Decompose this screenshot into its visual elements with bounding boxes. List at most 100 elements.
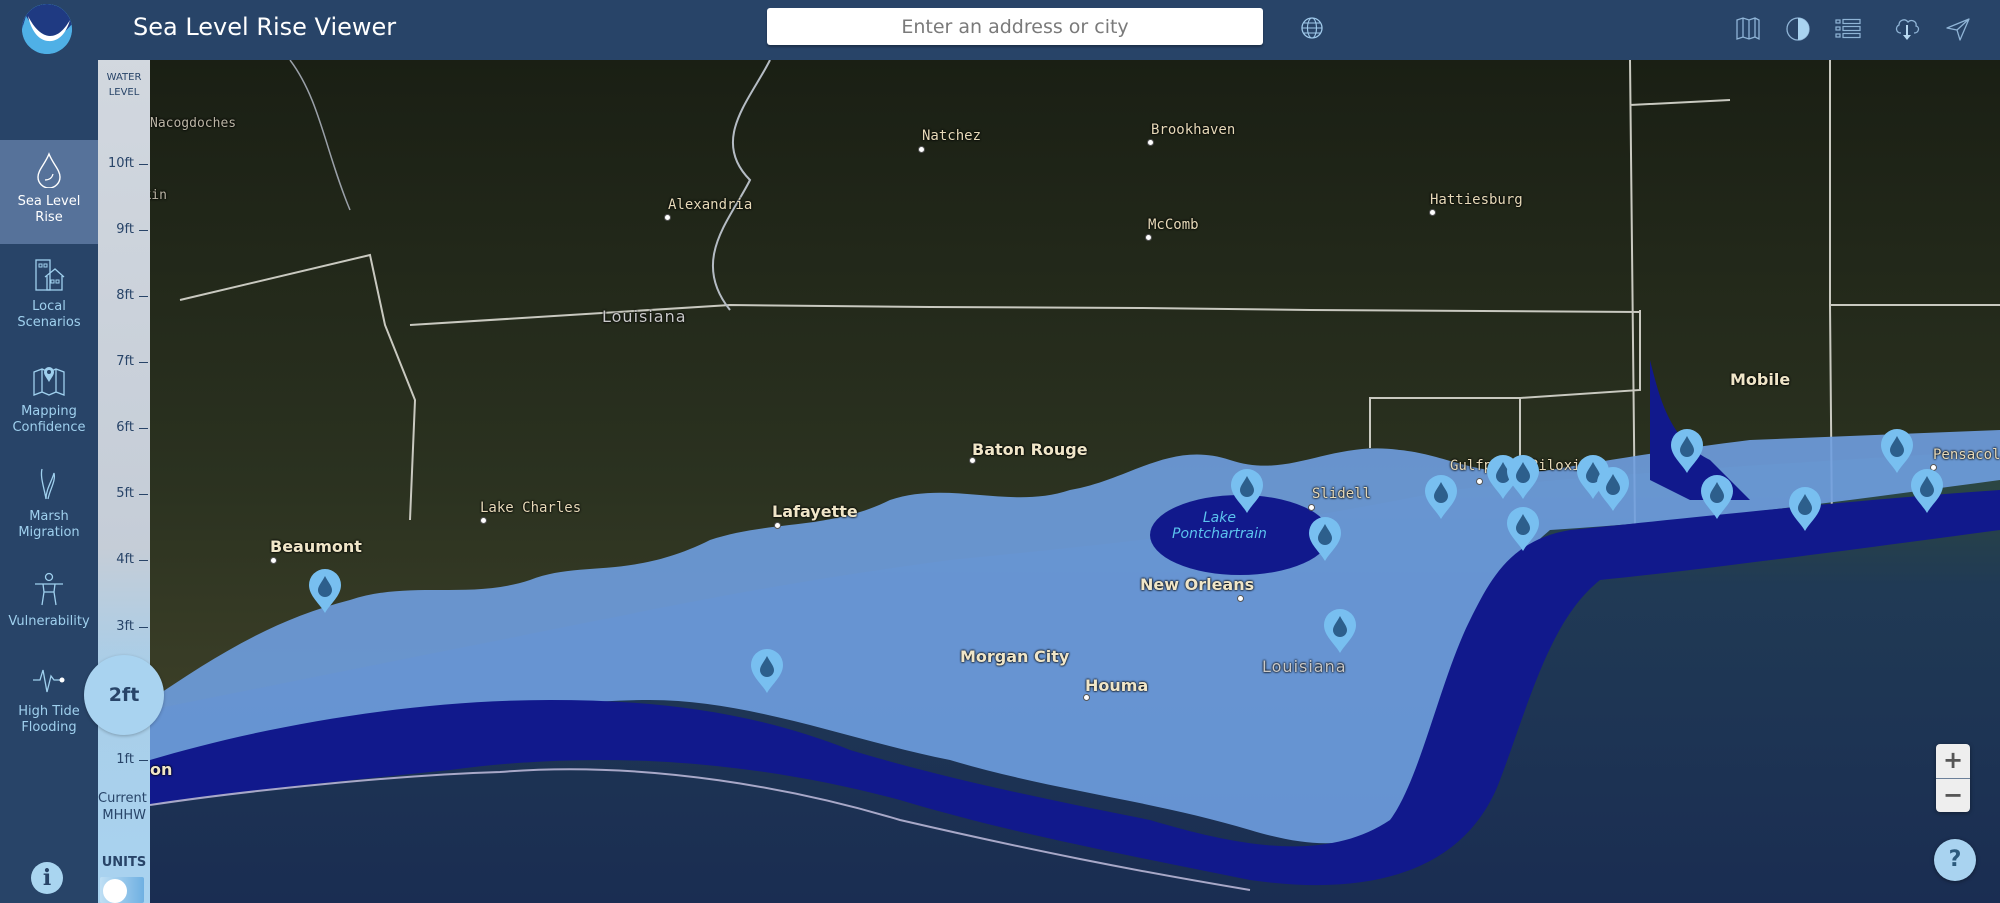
map-label-city: Hattiesburg — [1430, 192, 1523, 208]
current-mhhw-label[interactable]: Current MHHW — [98, 790, 150, 824]
tick-7ft[interactable]: 7ft — [98, 354, 150, 370]
tick-mark — [139, 428, 148, 429]
tick-4ft[interactable]: 4ft — [98, 552, 150, 568]
city-dot — [1308, 504, 1315, 511]
sidebar-label: Scenarios — [17, 315, 81, 330]
sidebar-item-high-tide-flooding[interactable]: High Tide Flooding — [0, 650, 98, 754]
tick-3ft[interactable]: 3ft — [98, 619, 150, 635]
tick-10ft[interactable]: 10ft — [98, 156, 150, 172]
app-title: Sea Level Rise Viewer — [133, 13, 397, 41]
download-icon[interactable] — [1893, 15, 1921, 43]
city-dot — [664, 214, 671, 221]
water-drop-marker-icon[interactable] — [1880, 428, 1914, 474]
globe-icon[interactable] — [1300, 16, 1324, 40]
sidebar-item-marsh-migration[interactable]: Marsh Migration — [0, 455, 98, 559]
sidebar-label: High Tide — [18, 704, 80, 719]
water-drop-marker-icon[interactable] — [1424, 474, 1458, 520]
water-level-handle[interactable]: 2ft — [84, 655, 164, 735]
noaa-logo[interactable] — [22, 4, 72, 54]
info-button[interactable]: i — [31, 862, 63, 894]
water-drop-marker-icon[interactable] — [1506, 506, 1540, 552]
tick-1ft[interactable]: 1ft — [98, 752, 150, 768]
map-label-city: Lafayette — [772, 502, 858, 521]
zoom-in-button[interactable]: + — [1936, 744, 1970, 778]
water-drop-marker-icon[interactable] — [1670, 428, 1704, 474]
sidebar-label: Rise — [35, 210, 63, 225]
buildings-icon — [35, 259, 65, 291]
sidebar-label: Migration — [18, 525, 80, 540]
tick-label: 6ft — [116, 420, 134, 435]
basemap-icon[interactable] — [1734, 15, 1762, 43]
units-toggle-knob[interactable] — [103, 879, 127, 903]
tick-6ft[interactable]: 6ft — [98, 420, 150, 436]
tick-9ft[interactable]: 9ft — [98, 222, 150, 238]
map-label-city: Beaumont — [270, 537, 362, 556]
sidebar-item-sea-level-rise[interactable]: Sea Level Rise — [0, 140, 98, 244]
map-label-city: Natchez — [922, 128, 982, 144]
tick-label: 8ft — [116, 288, 134, 303]
city-dot — [918, 146, 925, 153]
map-label-city: Mobile — [1730, 370, 1791, 389]
city-dot — [1429, 209, 1436, 216]
city-dot — [774, 522, 781, 529]
tick-mark — [139, 627, 148, 628]
city-dot — [1083, 694, 1090, 701]
tick-mark — [139, 230, 148, 231]
tick-label: 5ft — [116, 486, 134, 501]
map-label-city: Baton Rouge — [972, 440, 1088, 459]
units-toggle[interactable] — [100, 877, 144, 903]
water-drop-marker-icon[interactable] — [1323, 608, 1357, 654]
water-drop-marker-icon[interactable] — [1910, 468, 1944, 514]
map-label-city: Lufkin — [150, 188, 167, 203]
tick-label: 10ft — [108, 156, 134, 171]
tick-label: 4ft — [116, 552, 134, 567]
sidebar-item-mapping-confidence[interactable]: Mapping Confidence — [0, 350, 98, 454]
top-bar: Sea Level Rise Viewer — [0, 0, 2000, 60]
water-drop-marker-icon[interactable] — [1700, 474, 1734, 520]
contrast-icon[interactable] — [1784, 15, 1812, 43]
water-drop-marker-icon[interactable] — [308, 568, 342, 614]
tick-label: 3ft — [116, 619, 134, 634]
water-drop-marker-icon[interactable] — [1308, 516, 1342, 562]
share-icon[interactable] — [1944, 15, 1972, 43]
water-drop-marker-icon[interactable] — [750, 648, 784, 694]
zoom-out-button[interactable]: − — [1936, 778, 1970, 812]
sidebar-item-vulnerability[interactable]: Vulnerability — [0, 560, 98, 664]
lake-pontchartrain-label: Lake Pontchartrain — [1172, 510, 1267, 542]
lake-label-line: Pontchartrain — [1172, 526, 1267, 542]
sidebar-label: Confidence — [12, 420, 86, 435]
map-label-city: Pensacola — [1933, 447, 2000, 463]
tick-mark — [139, 362, 148, 363]
tool-sidebar: Sea Level Rise Local Scenarios Mapping C… — [0, 60, 98, 903]
water-drop-marker-icon[interactable] — [1230, 468, 1264, 514]
map-label-city: Slidell — [1312, 486, 1372, 502]
tick-label: 9ft — [116, 222, 134, 237]
mhhw-line: Current — [98, 791, 147, 806]
water-drop-marker-icon[interactable] — [1506, 454, 1540, 500]
mhhw-line: MHHW — [102, 808, 146, 823]
city-dot — [270, 557, 277, 564]
map-label-city: Houma — [1085, 676, 1149, 695]
sidebar-label: Sea Level — [17, 194, 81, 209]
map-label-city: New Orleans — [1140, 575, 1255, 594]
map-pin-icon — [33, 367, 65, 396]
legend-list-icon[interactable] — [1834, 15, 1862, 43]
water-level-slider[interactable]: WATER LEVEL 10ft 9ft 8ft 7ft 6ft 5ft 4ft… — [98, 60, 150, 903]
help-button[interactable]: ? — [1934, 839, 1976, 881]
water-drop-icon — [37, 152, 61, 188]
map-canvas[interactable]: Nacogdoches Lufkin Alexandria Natchez Br… — [150, 60, 2000, 903]
map-label-state: Louisiana — [1262, 657, 1347, 676]
address-search-input[interactable] — [767, 8, 1263, 45]
map-label-city: Lake Charles — [480, 500, 582, 516]
city-dot — [969, 457, 976, 464]
water-drop-marker-icon[interactable] — [1788, 486, 1822, 532]
map-label-state: Louisiana — [602, 307, 687, 326]
tick-8ft[interactable]: 8ft — [98, 288, 150, 304]
tick-label: 7ft — [116, 354, 134, 369]
water-drop-marker-icon[interactable] — [1596, 466, 1630, 512]
tick-5ft[interactable]: 5ft — [98, 486, 150, 502]
city-dot — [1145, 234, 1152, 241]
sidebar-label: Vulnerability — [8, 614, 90, 629]
noaa-logo-icon — [22, 4, 72, 54]
sidebar-item-local-scenarios[interactable]: Local Scenarios — [0, 245, 98, 349]
